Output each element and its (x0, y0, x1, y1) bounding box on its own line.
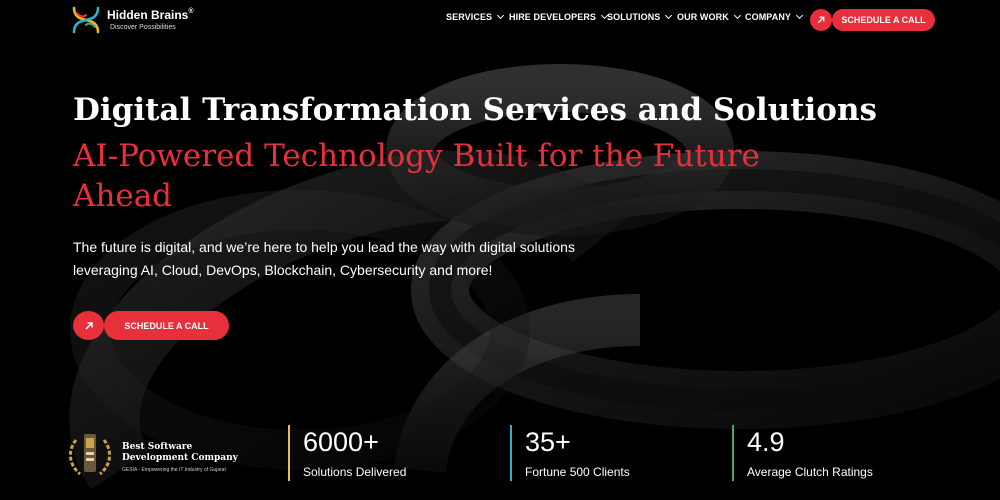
hero-cta-arrow-button[interactable] (73, 311, 104, 340)
site-logo[interactable]: Hidden Brains® Discover Possibilities (70, 5, 210, 35)
nav-item-label: HIRE DEVELOPERS (509, 12, 597, 22)
stat-divider (732, 425, 734, 481)
header-cta-arrow-button[interactable] (810, 9, 832, 31)
arrow-up-right-icon (84, 321, 93, 330)
nav-item-label: COMPANY (745, 12, 792, 22)
stat-label: Solutions Delivered (303, 465, 407, 479)
stat-label: Average Clutch Ratings (747, 465, 873, 479)
award-badge: Best Software Development Company GESIA … (66, 430, 266, 482)
stat-label: Fortune 500 Clients (525, 465, 630, 479)
stat-value: 35+ (525, 427, 571, 457)
stat-divider (510, 425, 512, 481)
nav-item-company[interactable]: COMPANY (745, 11, 804, 22)
chevron-down-icon (733, 11, 741, 20)
nav-item-label: OUR WORK (677, 12, 729, 22)
nav-item-label: SOLUTIONS (607, 12, 661, 22)
nav-item-our-work[interactable]: OUR WORK (677, 11, 741, 22)
badge-caption: GESIA - Empowering the IT Industry of Gu… (122, 467, 226, 473)
logo-tagline: Discover Possibilities (110, 24, 176, 31)
stat-value: 4.9 (747, 427, 785, 457)
chevron-down-icon (665, 11, 673, 20)
badge-title: Best Software Development Company (122, 442, 238, 463)
hero-description: The future is digital, and we’re here to… (73, 239, 575, 278)
nav-item-solutions[interactable]: SOLUTIONS (607, 11, 673, 22)
arrow-up-right-icon (817, 16, 825, 24)
hero-subtitle: AI-Powered Technology Built for the Futu… (73, 138, 760, 214)
stat-divider (288, 425, 290, 481)
chevron-down-icon (497, 11, 505, 20)
logo-name: Hidden Brains® (107, 8, 194, 22)
nav-item-label: SERVICES (446, 12, 493, 22)
hero-schedule-call-button[interactable]: SCHEDULE A CALL (104, 311, 229, 340)
nav-item-hire-developers[interactable]: HIRE DEVELOPERS (509, 11, 609, 22)
hidden-brains-logo-icon (72, 6, 100, 34)
stat-value: 6000+ (303, 427, 379, 457)
award-laurel-icon (69, 434, 111, 476)
header-schedule-call-button[interactable]: SCHEDULE A CALL (832, 9, 935, 31)
hero-title: Digital Transformation Services and Solu… (73, 92, 877, 128)
nav-item-services[interactable]: SERVICES (446, 11, 505, 22)
chevron-down-icon (796, 11, 804, 20)
site-header: Hidden Brains® Discover Possibilities SE… (0, 0, 1000, 40)
